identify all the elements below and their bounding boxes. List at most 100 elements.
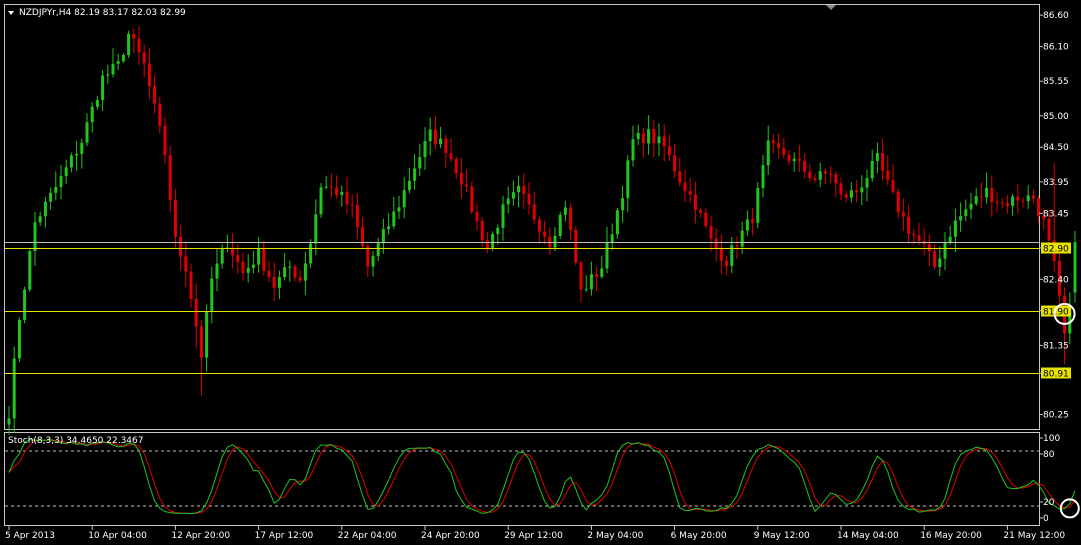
candle-body <box>236 255 240 262</box>
stoch-panel-frame <box>4 432 1040 526</box>
candle-body <box>621 198 625 211</box>
candle-body <box>792 158 796 162</box>
candle-body <box>454 159 458 173</box>
candle-body <box>537 219 541 232</box>
candle-body <box>803 160 807 172</box>
candle-body <box>465 184 469 187</box>
candle-body <box>600 268 604 277</box>
candle-body <box>501 204 505 228</box>
candle-body <box>610 234 614 243</box>
time-tick-label: 29 Apr 12:00 <box>504 531 563 541</box>
candle-body <box>985 187 989 198</box>
candle-body <box>569 207 573 230</box>
candle-body <box>147 63 151 87</box>
candle-body <box>350 204 354 206</box>
candle-body <box>834 174 838 184</box>
candle-body <box>215 263 219 279</box>
candle-body <box>756 188 760 223</box>
candle-body <box>168 155 172 200</box>
candle-body <box>1047 218 1051 241</box>
candle-body <box>511 192 515 199</box>
candle-body <box>943 242 947 259</box>
time-tick-label: 17 Apr 12:00 <box>255 531 314 541</box>
candle-body <box>574 229 578 263</box>
candle-body <box>745 219 749 231</box>
candle-body <box>303 263 307 281</box>
candle-body <box>907 216 911 235</box>
candle-body <box>818 171 822 181</box>
candle-body <box>667 146 671 156</box>
candle-body <box>974 196 978 204</box>
candle-body <box>579 262 583 290</box>
candle-body <box>933 251 937 267</box>
candle-body <box>132 33 136 39</box>
candle-body <box>241 261 245 273</box>
candle-body <box>69 155 73 168</box>
chart-shift-triangle-icon[interactable] <box>826 5 836 10</box>
candle-body <box>85 122 89 143</box>
price-tick-label: 80.25 <box>1043 411 1069 421</box>
level-label: 80.91 <box>1043 370 1069 380</box>
candle-body <box>912 234 916 236</box>
candle-body <box>433 129 437 145</box>
candle-body <box>1031 195 1035 199</box>
candle-body <box>111 63 115 75</box>
candle-body <box>153 86 157 104</box>
candle-body <box>896 191 900 213</box>
candle-body <box>142 52 146 64</box>
candle-body <box>1073 242 1077 293</box>
symbol-header: NZDJPYr,H4 82.19 83.17 82.03 82.99 <box>19 8 186 18</box>
level-label: 82.90 <box>1043 245 1069 255</box>
candle-body <box>75 153 79 156</box>
price-tick-label: 86.60 <box>1043 11 1069 21</box>
candle-body <box>506 198 510 205</box>
candle-body <box>953 220 957 237</box>
candle-body <box>647 129 651 144</box>
candle-body <box>246 267 250 273</box>
candle-body <box>189 271 193 299</box>
candle-body <box>860 187 864 193</box>
candle-body <box>163 125 167 156</box>
candle-body <box>361 227 365 247</box>
candle-body <box>725 260 729 266</box>
stoch-tick-label: 0 <box>1043 514 1049 524</box>
candle-body <box>839 183 843 195</box>
time-tick-label: 21 May 12:00 <box>1003 531 1065 541</box>
candle-body <box>194 298 198 327</box>
candle-body <box>366 246 370 267</box>
candle-body <box>64 167 68 177</box>
price-chart[interactable]: 82.9081.9080.91 86.60 86.10 85.55 85.00 84.5… <box>0 0 1081 545</box>
candle-body <box>262 248 266 271</box>
candle-body <box>210 278 214 312</box>
candle-body <box>392 211 396 227</box>
candle-body <box>990 187 994 203</box>
candle-body <box>766 140 770 166</box>
candle-body <box>28 250 32 290</box>
candle-body <box>12 358 16 419</box>
candle-body <box>298 277 302 281</box>
candle-body <box>865 178 869 188</box>
candle-body <box>1021 200 1025 202</box>
candle-body <box>413 168 417 181</box>
candle-body <box>470 186 474 212</box>
candle-body <box>771 140 775 144</box>
candle-body <box>106 74 110 76</box>
candle-body <box>641 133 645 144</box>
candle-body <box>355 205 359 228</box>
candle-body <box>584 289 588 291</box>
candle-body <box>657 136 661 144</box>
candle-body <box>199 326 203 358</box>
candle-body <box>652 129 656 144</box>
dropdown-triangle-icon[interactable] <box>8 11 14 15</box>
candle-body <box>787 154 791 162</box>
candle-body <box>948 236 952 243</box>
candle-body <box>891 179 895 192</box>
candle-body <box>1005 203 1009 206</box>
price-tick-label: 85.00 <box>1043 112 1069 122</box>
candle-body <box>184 256 188 272</box>
candle-body <box>823 171 827 174</box>
candle-body <box>251 264 255 268</box>
candle-body <box>314 214 318 244</box>
candle-body <box>875 152 879 161</box>
candle-body <box>59 176 63 187</box>
